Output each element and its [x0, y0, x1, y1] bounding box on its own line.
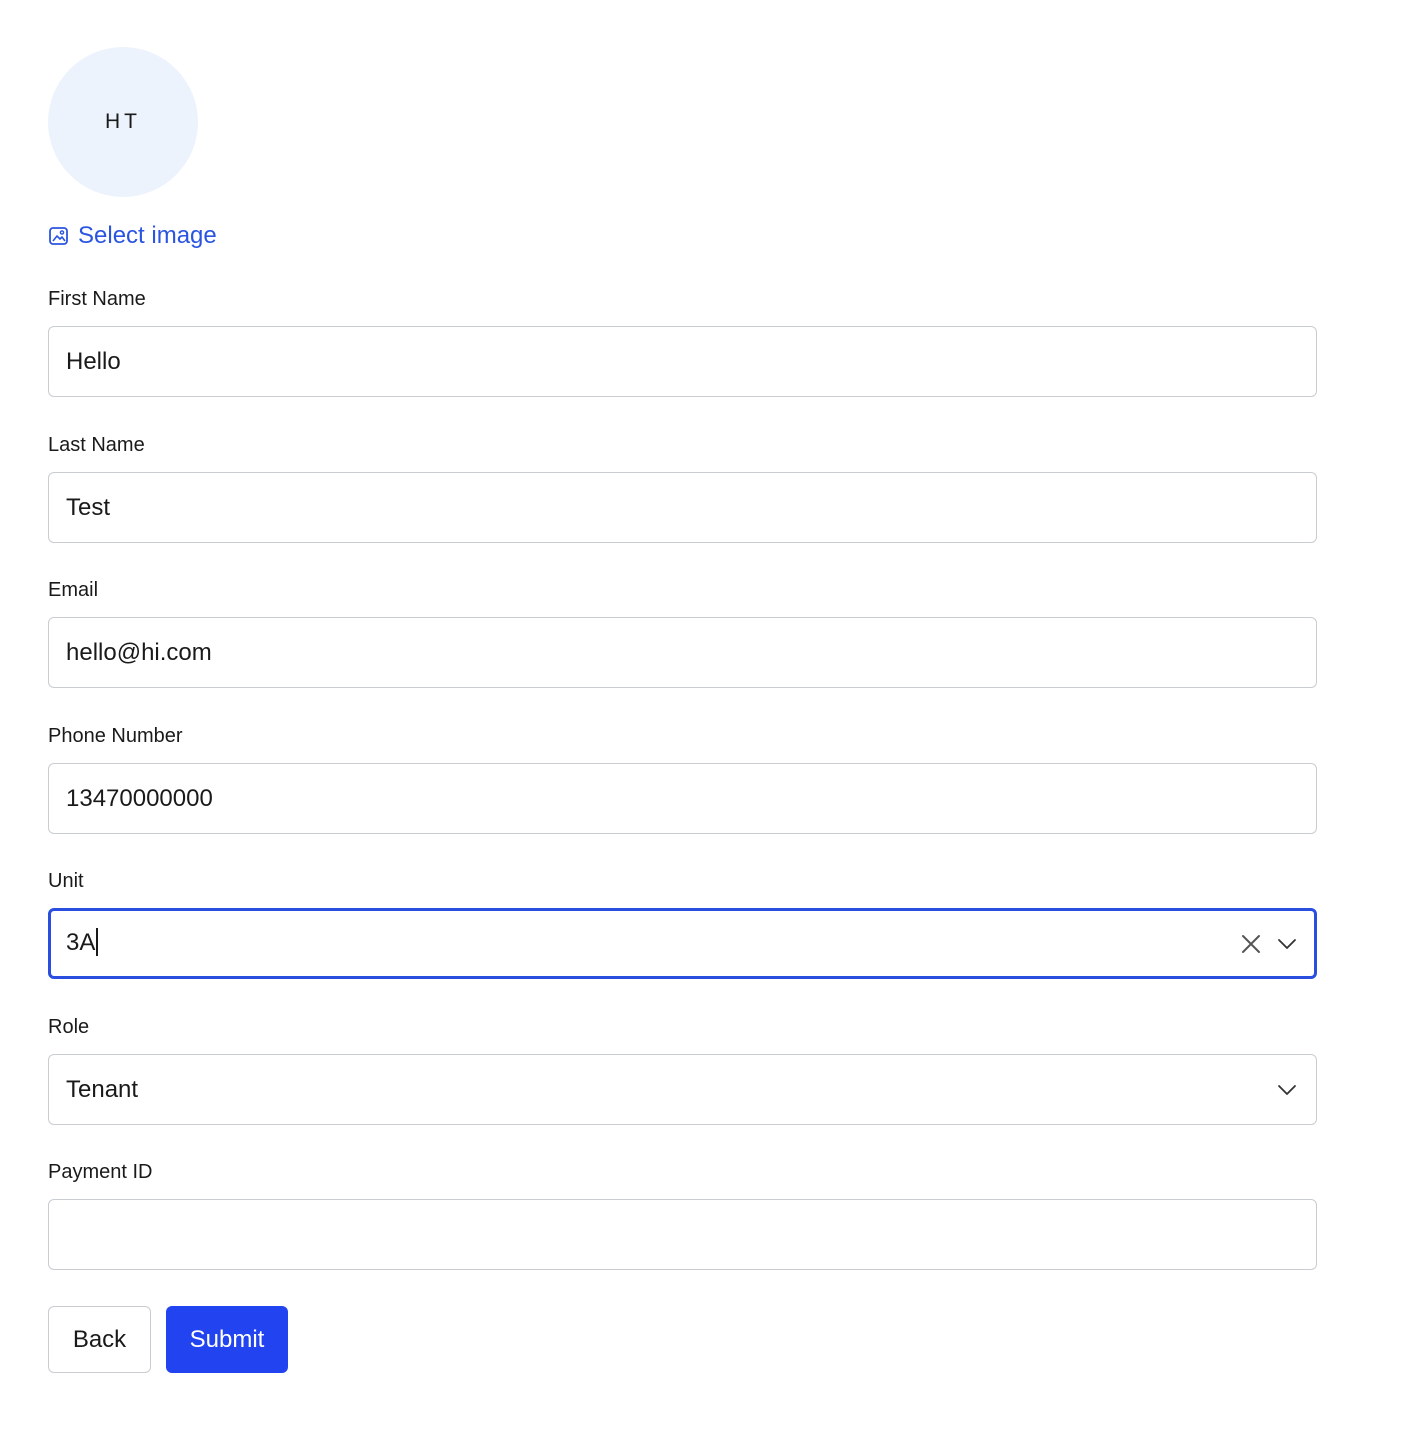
role-value: Tenant — [66, 1075, 139, 1103]
submit-button[interactable]: Submit — [166, 1306, 288, 1373]
last-name-value: Test — [66, 493, 111, 521]
last-name-field[interactable]: Test — [48, 472, 1317, 543]
email-field[interactable]: hello@hi.com — [48, 617, 1317, 688]
unit-value-text: 3A — [66, 929, 96, 957]
chevron-down-icon[interactable] — [1275, 932, 1299, 956]
unit-combobox[interactable]: 3A — [48, 908, 1317, 979]
unit-value: 3A — [66, 927, 1239, 958]
avatar: HT — [48, 47, 198, 197]
image-icon — [48, 225, 70, 247]
payment-id-field[interactable] — [48, 1199, 1317, 1270]
last-name-label: Last Name — [48, 434, 145, 456]
phone-number-value: 13470000000 — [66, 784, 213, 812]
select-image-button[interactable]: Select image — [48, 220, 217, 252]
email-label: Email — [48, 579, 99, 601]
first-name-label: First Name — [48, 288, 146, 310]
back-button[interactable]: Back — [48, 1306, 151, 1373]
avatar-initials: HT — [105, 110, 141, 133]
email-value: hello@hi.com — [66, 638, 212, 666]
clear-icon[interactable] — [1239, 932, 1263, 956]
phone-number-field[interactable]: 13470000000 — [48, 763, 1317, 834]
role-label: Role — [48, 1016, 90, 1038]
phone-number-label: Phone Number — [48, 725, 183, 747]
select-image-label: Select image — [78, 222, 217, 249]
first-name-field[interactable]: Hello — [48, 326, 1317, 397]
text-caret — [96, 927, 99, 956]
chevron-down-icon[interactable] — [1275, 1078, 1299, 1102]
unit-label: Unit — [48, 870, 84, 892]
first-name-value: Hello — [66, 347, 121, 375]
role-select[interactable]: Tenant — [48, 1054, 1317, 1125]
payment-id-label: Payment ID — [48, 1161, 153, 1183]
